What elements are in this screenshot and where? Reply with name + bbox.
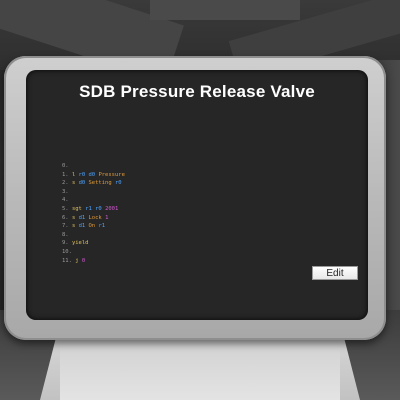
edit-button[interactable]: Edit [312,266,358,280]
code-token: d0 [78,180,89,187]
code-line: 7. s d1 On r1 [62,222,125,231]
monitor-screen[interactable]: SDB Pressure Release Valve 0. 1. l r0 d0 … [26,70,368,320]
code-line: 10. [62,248,125,257]
code-token: Pressure [98,171,125,178]
ceiling-beam-center [150,0,300,20]
code-line: 6. s d1 Lock 1 [62,214,125,223]
code-line: 4. [62,196,125,205]
code-token: 6. [62,214,72,221]
code-token: 2001 [105,205,119,212]
code-token: s [71,180,79,187]
code-token: 11. [62,257,76,264]
code-token: r0 [78,171,89,178]
code-token: r0 [115,180,122,187]
code-line: 9. yield [62,239,125,248]
code-token: 2. [62,180,72,187]
code-token: j [75,257,82,264]
code-token: 9. [62,240,72,247]
code-token: s [71,214,79,221]
code-token: 4. [62,197,69,204]
code-token: On [88,223,99,230]
code-line: 3. [62,188,125,197]
code-token: s [71,223,79,230]
code-token: r1 [98,223,106,230]
code-token: 1. [62,171,72,178]
code-token: d1 [78,223,89,230]
code-line: 5. sgt r1 r0 2001 [62,205,125,214]
code-line: 2. s d0 Setting r0 [62,179,125,188]
code-token: d0 [88,171,99,178]
code-token: l [71,171,79,178]
code-line: 8. [62,231,125,240]
console-pedestal-top [60,330,340,400]
code-line: 0. [62,162,125,171]
code-token: 1 [105,214,109,221]
code-token: r0 [95,205,106,212]
game-scene: SDB Pressure Release Valve 0. 1. l r0 d0 … [0,0,400,400]
code-token: r1 [85,205,96,212]
code-token: 10. [62,248,72,255]
code-token: 0. [62,163,69,169]
code-token: d1 [78,214,89,221]
code-token: yield [71,240,89,247]
code-token: Setting [88,180,115,187]
code-line: 11. j 0 [62,257,125,266]
code-token: 5. [62,205,72,212]
code-token: 8. [62,231,69,238]
code-token: 7. [62,223,72,230]
code-token: sgt [71,205,86,212]
code-line: 1. l r0 d0 Pressure [62,171,125,180]
code-token: Lock [88,214,106,221]
code-token: 3. [62,188,69,195]
code-token: 0 [81,257,86,264]
screen-title: SDB Pressure Release Valve [79,82,315,101]
ic10-code-block: 0. 1. l r0 d0 Pressure 2. s d0 Setting r0 3… [62,162,125,265]
